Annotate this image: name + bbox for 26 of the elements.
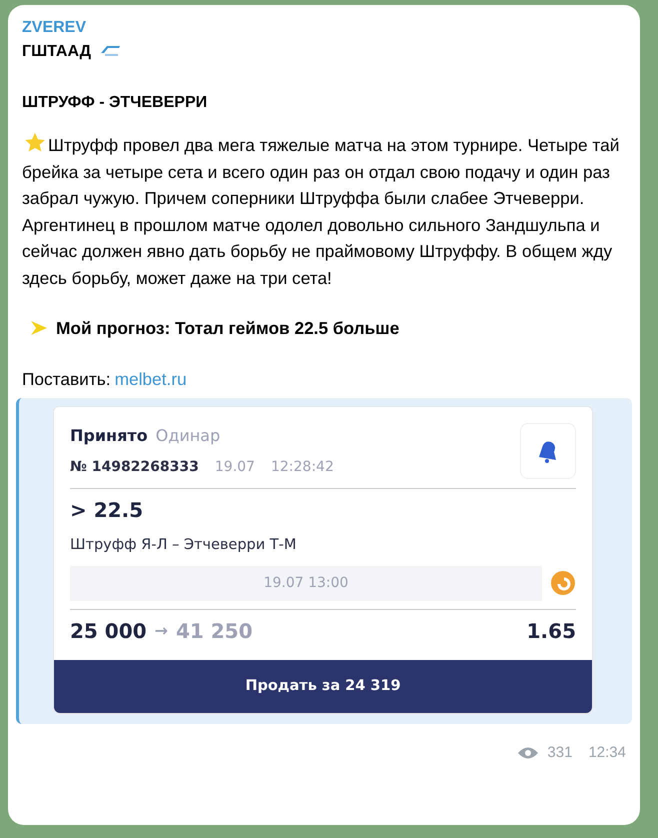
bet-type: Одинар <box>156 425 220 447</box>
arrow-icon: → <box>154 618 168 644</box>
forecast-text: Мой прогноз: Тотал геймов 22.5 больше <box>56 317 400 340</box>
stake-amount: 25 000 <box>70 618 147 644</box>
bet-outcome: > 22.5 <box>70 497 144 524</box>
bet-date: 19.07 <box>214 458 255 476</box>
bet-status: Принято <box>70 425 148 447</box>
coin-icon <box>550 570 576 596</box>
sell-button[interactable]: Продать за 24 319 <box>54 660 592 712</box>
link-label: Поставить: <box>22 368 111 390</box>
event-start: 19.07 13:00 <box>70 566 542 600</box>
arrow-icon <box>30 320 48 336</box>
bet-time: 12:28:42 <box>270 458 334 476</box>
channel-heading: ГШТААД <box>22 42 92 62</box>
match-title: ШТРУФФ - ЭТЧЕВЕРРИ <box>22 92 208 112</box>
event-name: Штруфф Я-Л – Этчеверри Т-М <box>70 536 298 554</box>
author-name[interactable]: ZVEREV <box>22 17 626 39</box>
eye-icon <box>517 746 540 760</box>
view-count: 331 <box>547 742 572 762</box>
message-text: Штруфф провел два мега тяжелые матча на этом турнире. Четыре тай брейка за четыре сета и всего один раз он отдал свою подачу и один раз забрал чужую. Причем соперники Штруффа были слабее Этчеверри. Аргентинец в прошлом матче одолел довольно сильного Зандшульпа и сейчас должен явно дать борьбу не праймовому Штруффу. В общем жду здесь борьбу, может даже на три сета! <box>22 132 626 291</box>
bet-number: № 14982268333 <box>70 458 199 476</box>
link[interactable]: melbet.ru <box>114 366 187 392</box>
bell-button[interactable] <box>520 423 576 479</box>
message-time: 12:34 <box>588 742 626 762</box>
odds-value: 1.65 <box>526 618 576 644</box>
payout-amount: 41 250 <box>176 618 252 644</box>
